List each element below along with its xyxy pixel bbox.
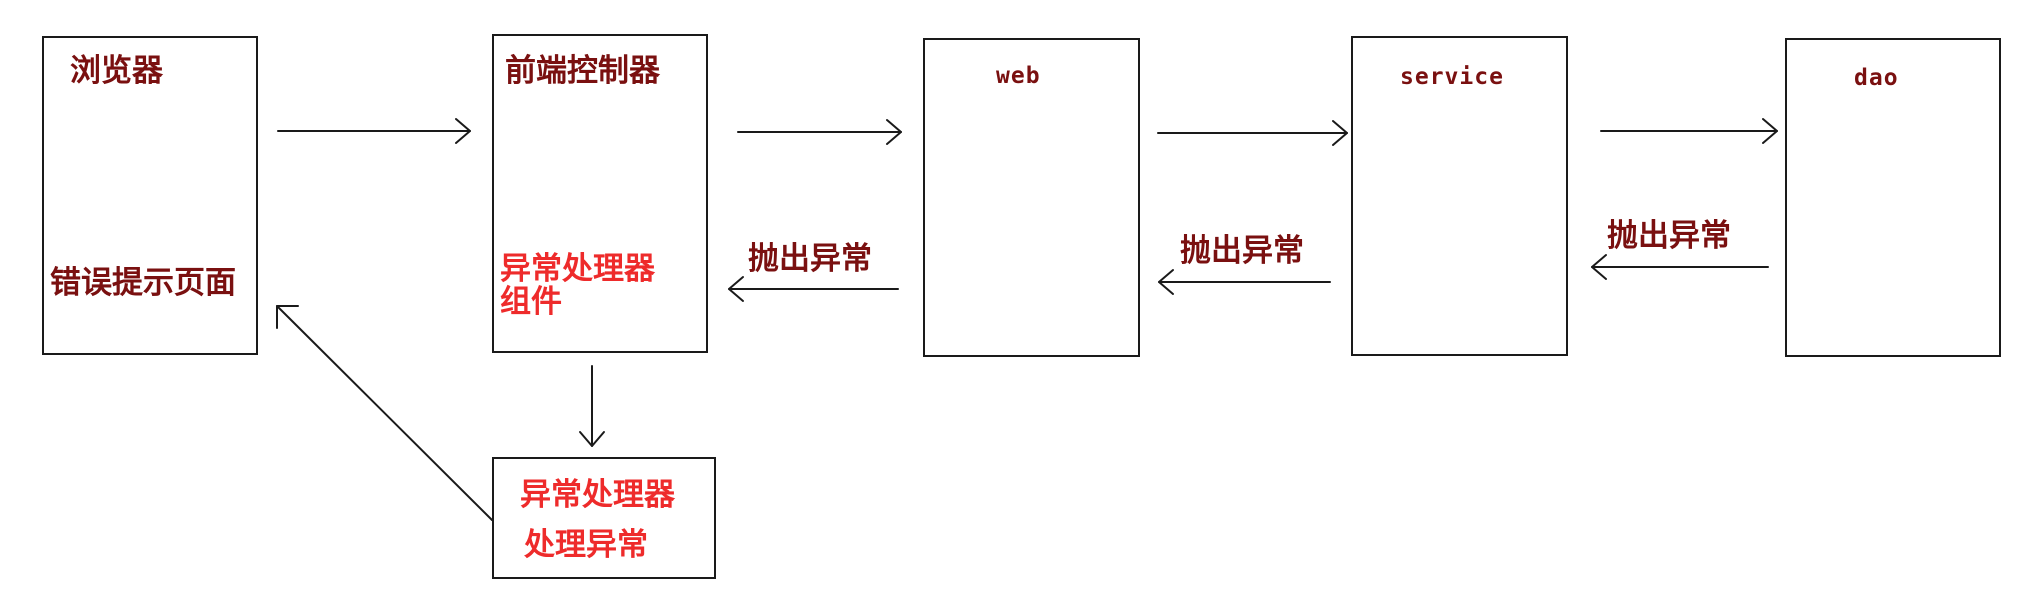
throw-label-web: 抛出异常: [748, 241, 872, 277]
arrow-browser-to-controller: [277, 118, 471, 144]
arrow-controller-to-web: [737, 119, 902, 145]
arrow-handler-to-browser: [276, 305, 493, 521]
exception-handler-line2: 处理异常: [524, 527, 648, 563]
web-title: web: [996, 63, 1041, 89]
error-page-label: 错误提示页面: [50, 265, 236, 301]
browser-title: 浏览器: [70, 53, 163, 89]
arrow-service-to-web-exception: [1158, 269, 1331, 295]
throw-label-service: 抛出异常: [1180, 233, 1304, 269]
handler-component-label-line1: 异常处理器: [500, 251, 655, 287]
dao-title: dao: [1854, 65, 1899, 91]
handler-component-label-line2: 组件: [500, 284, 562, 320]
front-controller-title: 前端控制器: [505, 53, 660, 89]
service-title: service: [1400, 64, 1504, 90]
throw-label-dao: 抛出异常: [1607, 218, 1731, 254]
exception-handler-line1: 异常处理器: [520, 477, 675, 513]
flow-arrows: [276, 118, 1778, 521]
arrow-web-to-service: [1157, 120, 1348, 146]
arrow-service-to-dao: [1600, 118, 1778, 144]
arrow-dao-to-service-exception: [1591, 254, 1769, 280]
arrow-controller-to-handler: [579, 365, 605, 447]
arrow-web-to-controller-exception: [728, 276, 899, 302]
